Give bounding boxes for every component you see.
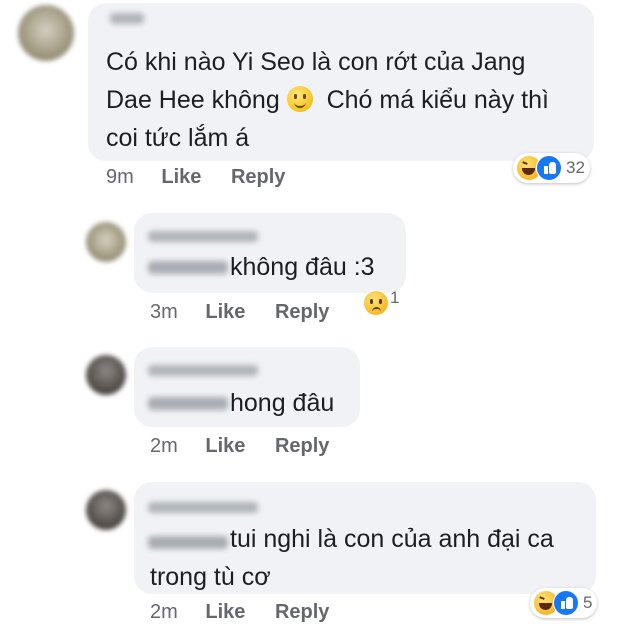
- reaction-count: 1: [390, 288, 400, 307]
- reaction-count: 5: [583, 593, 593, 612]
- reply-button[interactable]: Reply: [275, 435, 329, 458]
- comment-bubble: hong đâu: [134, 347, 360, 427]
- reaction-summary[interactable]: 32: [513, 153, 590, 183]
- commenter-name-blurred[interactable]: [148, 502, 258, 513]
- comment-actions: 2m Like Reply: [150, 601, 329, 624]
- comment-line: Chó má kiểu này thì: [326, 86, 549, 114]
- comment-line: tui nghi là con của anh đại ca: [230, 525, 554, 553]
- comment-line: trong tù cơ: [150, 563, 271, 591]
- reaction-summary[interactable]: 5: [530, 588, 598, 618]
- avatar[interactable]: [86, 490, 126, 530]
- reaction-count: 32: [566, 158, 585, 177]
- comment-bubble: Có khi nào Yi Seo là con rớt của Jang Da…: [88, 3, 594, 161]
- like-button[interactable]: Like: [205, 301, 245, 324]
- comment-bubble: tui nghi là con của anh đại ca trong tù …: [134, 482, 596, 594]
- avatar[interactable]: [86, 355, 126, 395]
- avatar[interactable]: [18, 5, 74, 61]
- like-button[interactable]: Like: [205, 435, 245, 458]
- mentioned-name-blurred[interactable]: [148, 397, 228, 410]
- reaction-summary[interactable]: 1: [363, 288, 399, 318]
- comment-timestamp[interactable]: 2m: [150, 601, 178, 624]
- like-button[interactable]: Like: [205, 601, 245, 624]
- commenter-name-blurred[interactable]: [148, 365, 258, 376]
- comment-text: tui nghi là con của anh đại ca trong tù …: [134, 520, 594, 596]
- like-button[interactable]: Like: [161, 166, 201, 189]
- comment-text: không đâu :3: [230, 253, 375, 281]
- slightly-smiling-face-icon: [286, 86, 313, 112]
- mentioned-name-blurred[interactable]: [148, 261, 228, 274]
- comment-actions: 2m Like Reply: [150, 435, 329, 458]
- comment-line: Dae Hee không: [106, 86, 280, 114]
- comment-timestamp[interactable]: 2m: [150, 435, 178, 458]
- comment-timestamp[interactable]: 9m: [106, 166, 134, 189]
- like-reaction-icon: [553, 590, 579, 616]
- comment-line: coi tức lắm á: [106, 124, 250, 152]
- comment-timestamp[interactable]: 3m: [150, 301, 178, 324]
- comment-text: Có khi nào Yi Seo là con rớt của Jang Da…: [106, 43, 586, 157]
- comment-text: hong đâu: [230, 389, 335, 417]
- reply-button[interactable]: Reply: [275, 601, 329, 624]
- commenter-name-blurred[interactable]: [148, 231, 258, 242]
- like-reaction-icon: [536, 155, 562, 181]
- avatar[interactable]: [86, 222, 126, 262]
- reply-button[interactable]: Reply: [275, 301, 329, 324]
- reply-button[interactable]: Reply: [231, 166, 285, 189]
- sad-reaction-icon: [363, 290, 389, 316]
- comment-actions: 3m Like Reply: [150, 301, 329, 324]
- comment-bubble: không đâu :3: [134, 213, 406, 293]
- comment-line: Có khi nào Yi Seo là con rớt của Jang: [106, 48, 526, 76]
- comment-actions: 9m Like Reply: [106, 166, 285, 189]
- commenter-name-blurred[interactable]: [110, 13, 144, 24]
